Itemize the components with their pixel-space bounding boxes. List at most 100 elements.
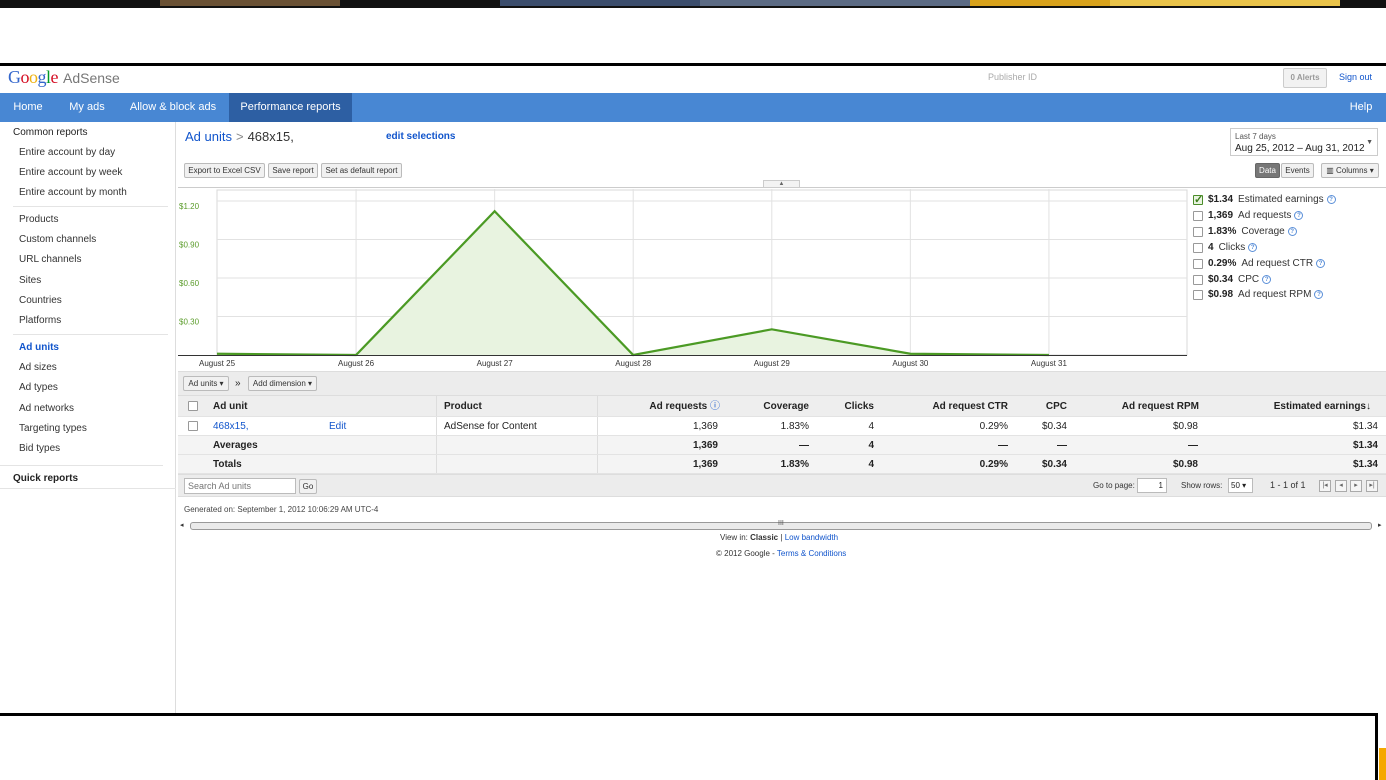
sidebar-item-ad-sizes[interactable]: Ad sizes [19,362,57,373]
help-icon[interactable]: ? [1326,195,1336,204]
terms-link[interactable]: Terms & Conditions [777,549,846,558]
sidebar-item-platforms[interactable]: Platforms [19,315,61,326]
logo-letter: e [50,67,59,87]
dimension-dropdown[interactable]: Ad units ▾ [183,376,229,391]
sidebar-item-account-by-week[interactable]: Entire account by week [19,167,122,178]
add-dimension-dropdown[interactable]: Add dimension ▾ [248,376,317,391]
set-default-report-button[interactable]: Set as default report [321,163,402,178]
tab-performance-reports[interactable]: Performance reports [229,93,352,122]
data-toggle-button[interactable]: Data [1255,163,1280,178]
date-range-selector[interactable]: Last 7 days Aug 25, 2012 – Aug 31, 2012 … [1230,128,1378,156]
help-link[interactable]: Help [1336,93,1386,122]
select-all-checkbox[interactable] [188,401,198,411]
col-header-ad-unit[interactable]: Ad unit [213,396,247,416]
sidebar-item-account-by-day[interactable]: Entire account by day [19,147,115,158]
sidebar-item-ad-units[interactable]: Ad units [19,342,59,353]
sidebar-item-custom-channels[interactable]: Custom channels [19,234,96,245]
col-header-label: Estimated earnings [1273,401,1366,412]
next-page-icon[interactable]: ▸ [1350,480,1362,492]
date-range-label: Last 7 days [1235,132,1276,141]
chevron-down-icon: ▾ [1239,481,1247,490]
low-bandwidth-link[interactable]: Low bandwidth [785,533,838,542]
legend-checkbox[interactable] [1193,193,1203,206]
sign-out-link[interactable]: Sign out [1339,72,1372,82]
tab-home[interactable]: Home [0,93,56,122]
edit-selections-link[interactable]: edit selections [386,131,455,142]
scroll-left-icon[interactable]: ◂ [180,521,184,529]
adsense-logo[interactable]: Google AdSense [8,67,120,88]
sidebar-item-sites[interactable]: Sites [19,275,41,286]
help-icon[interactable]: ? [1262,275,1272,284]
dimension-arrow: » [235,378,241,389]
legend-checkbox[interactable] [1193,227,1203,237]
tab-my-ads[interactable]: My ads [56,93,118,122]
search-ad-units-input[interactable] [184,478,296,494]
row-checkbox[interactable] [188,421,198,431]
sidebar-item-ad-types[interactable]: Ad types [19,382,58,393]
sidebar-item-products[interactable]: Products [19,214,58,225]
help-icon[interactable]: ? [1287,227,1297,236]
x-tick-label: August 30 [892,359,929,368]
prev-page-icon[interactable]: ◂ [1335,480,1347,492]
legend-name: Clicks [1218,242,1246,253]
col-header-product[interactable]: Product [444,396,482,416]
search-go-button[interactable]: Go [299,479,317,494]
generated-timestamp: Generated on: September 1, 2012 10:06:29… [184,505,379,514]
col-header-ad-requests[interactable]: Ad requests ⓘ [598,396,720,416]
scroll-right-icon[interactable]: ▸ [1378,521,1382,529]
legend-checkbox[interactable] [1193,275,1203,285]
total-ad-requests: 1,369 [692,459,718,470]
sidebar-item-url-channels[interactable]: URL channels [19,254,81,265]
legend-checkbox[interactable] [1193,290,1203,300]
edit-ad-unit-link[interactable]: Edit [329,417,346,435]
columns-button[interactable]: ▥ Columns ▾ [1321,163,1379,178]
alerts-button[interactable]: 0 Alerts [1283,68,1327,88]
help-icon[interactable]: ? [1294,211,1304,220]
footer-separator: | [780,533,783,542]
save-report-button[interactable]: Save report [268,163,318,178]
last-page-icon[interactable]: ▸| [1366,480,1378,492]
product-cell: AdSense for Content [444,421,537,432]
rows-per-page-select[interactable]: 50 ▾ [1228,478,1253,493]
legend-checkbox[interactable] [1193,211,1203,221]
legend-checkbox[interactable] [1193,243,1203,253]
sidebar-item-account-by-month[interactable]: Entire account by month [19,187,127,198]
legend-name: Ad request CTR [1241,258,1314,269]
sidebar-item-targeting-types[interactable]: Targeting types [19,423,87,434]
col-header-coverage[interactable]: Coverage [738,396,809,416]
legend-checkbox[interactable] [1193,259,1203,269]
sidebar-item-countries[interactable]: Countries [19,295,62,306]
help-icon[interactable]: ? [1248,243,1258,252]
col-header-ad-request-ctr[interactable]: Ad request CTR [898,396,1008,416]
ad-unit-link[interactable]: 468x15, [213,417,249,435]
chevron-down-icon: ▾ [305,379,313,388]
help-icon[interactable]: ? [1316,259,1326,268]
legend-name: CPC [1238,274,1260,285]
breadcrumb-ad-units[interactable]: Ad units [185,129,232,144]
col-header-cpc[interactable]: CPC [1018,396,1067,416]
view-in-label: View in: [720,533,748,542]
sidebar-item-bid-types[interactable]: Bid types [19,443,60,454]
sidebar-quick-reports[interactable]: Quick reports [13,473,78,484]
copyright-text: © 2012 Google - [716,549,775,558]
sidebar-heading-common-reports[interactable]: Common reports [13,127,87,138]
sidebar: Common reports Entire account by day Ent… [0,122,176,713]
earnings-cell: $1.34 [1352,421,1378,432]
legend-name: Estimated earnings [1238,194,1324,205]
total-clicks: 4 [868,459,874,470]
col-header-clicks[interactable]: Clicks [818,396,874,416]
horizontal-scrollbar[interactable]: ◂ III ▸ [178,520,1386,531]
logo-letter: G [8,67,21,87]
col-header-ad-request-rpm[interactable]: Ad request RPM [1078,396,1199,416]
events-toggle-button[interactable]: Events [1281,163,1314,178]
first-page-icon[interactable]: |◂ [1319,480,1331,492]
page-number-input[interactable]: 1 [1137,478,1167,493]
chart-top-border [178,187,1386,188]
export-csv-button[interactable]: Export to Excel CSV [184,163,265,178]
tab-allow-block-ads[interactable]: Allow & block ads [118,93,228,122]
help-icon[interactable]: ? [1314,290,1324,299]
info-icon[interactable]: ⓘ [710,401,720,412]
col-header-estimated-earnings[interactable]: Estimated earnings↓ [1228,396,1371,416]
sidebar-item-ad-networks[interactable]: Ad networks [19,403,74,414]
averages-label: Averages [213,440,258,451]
